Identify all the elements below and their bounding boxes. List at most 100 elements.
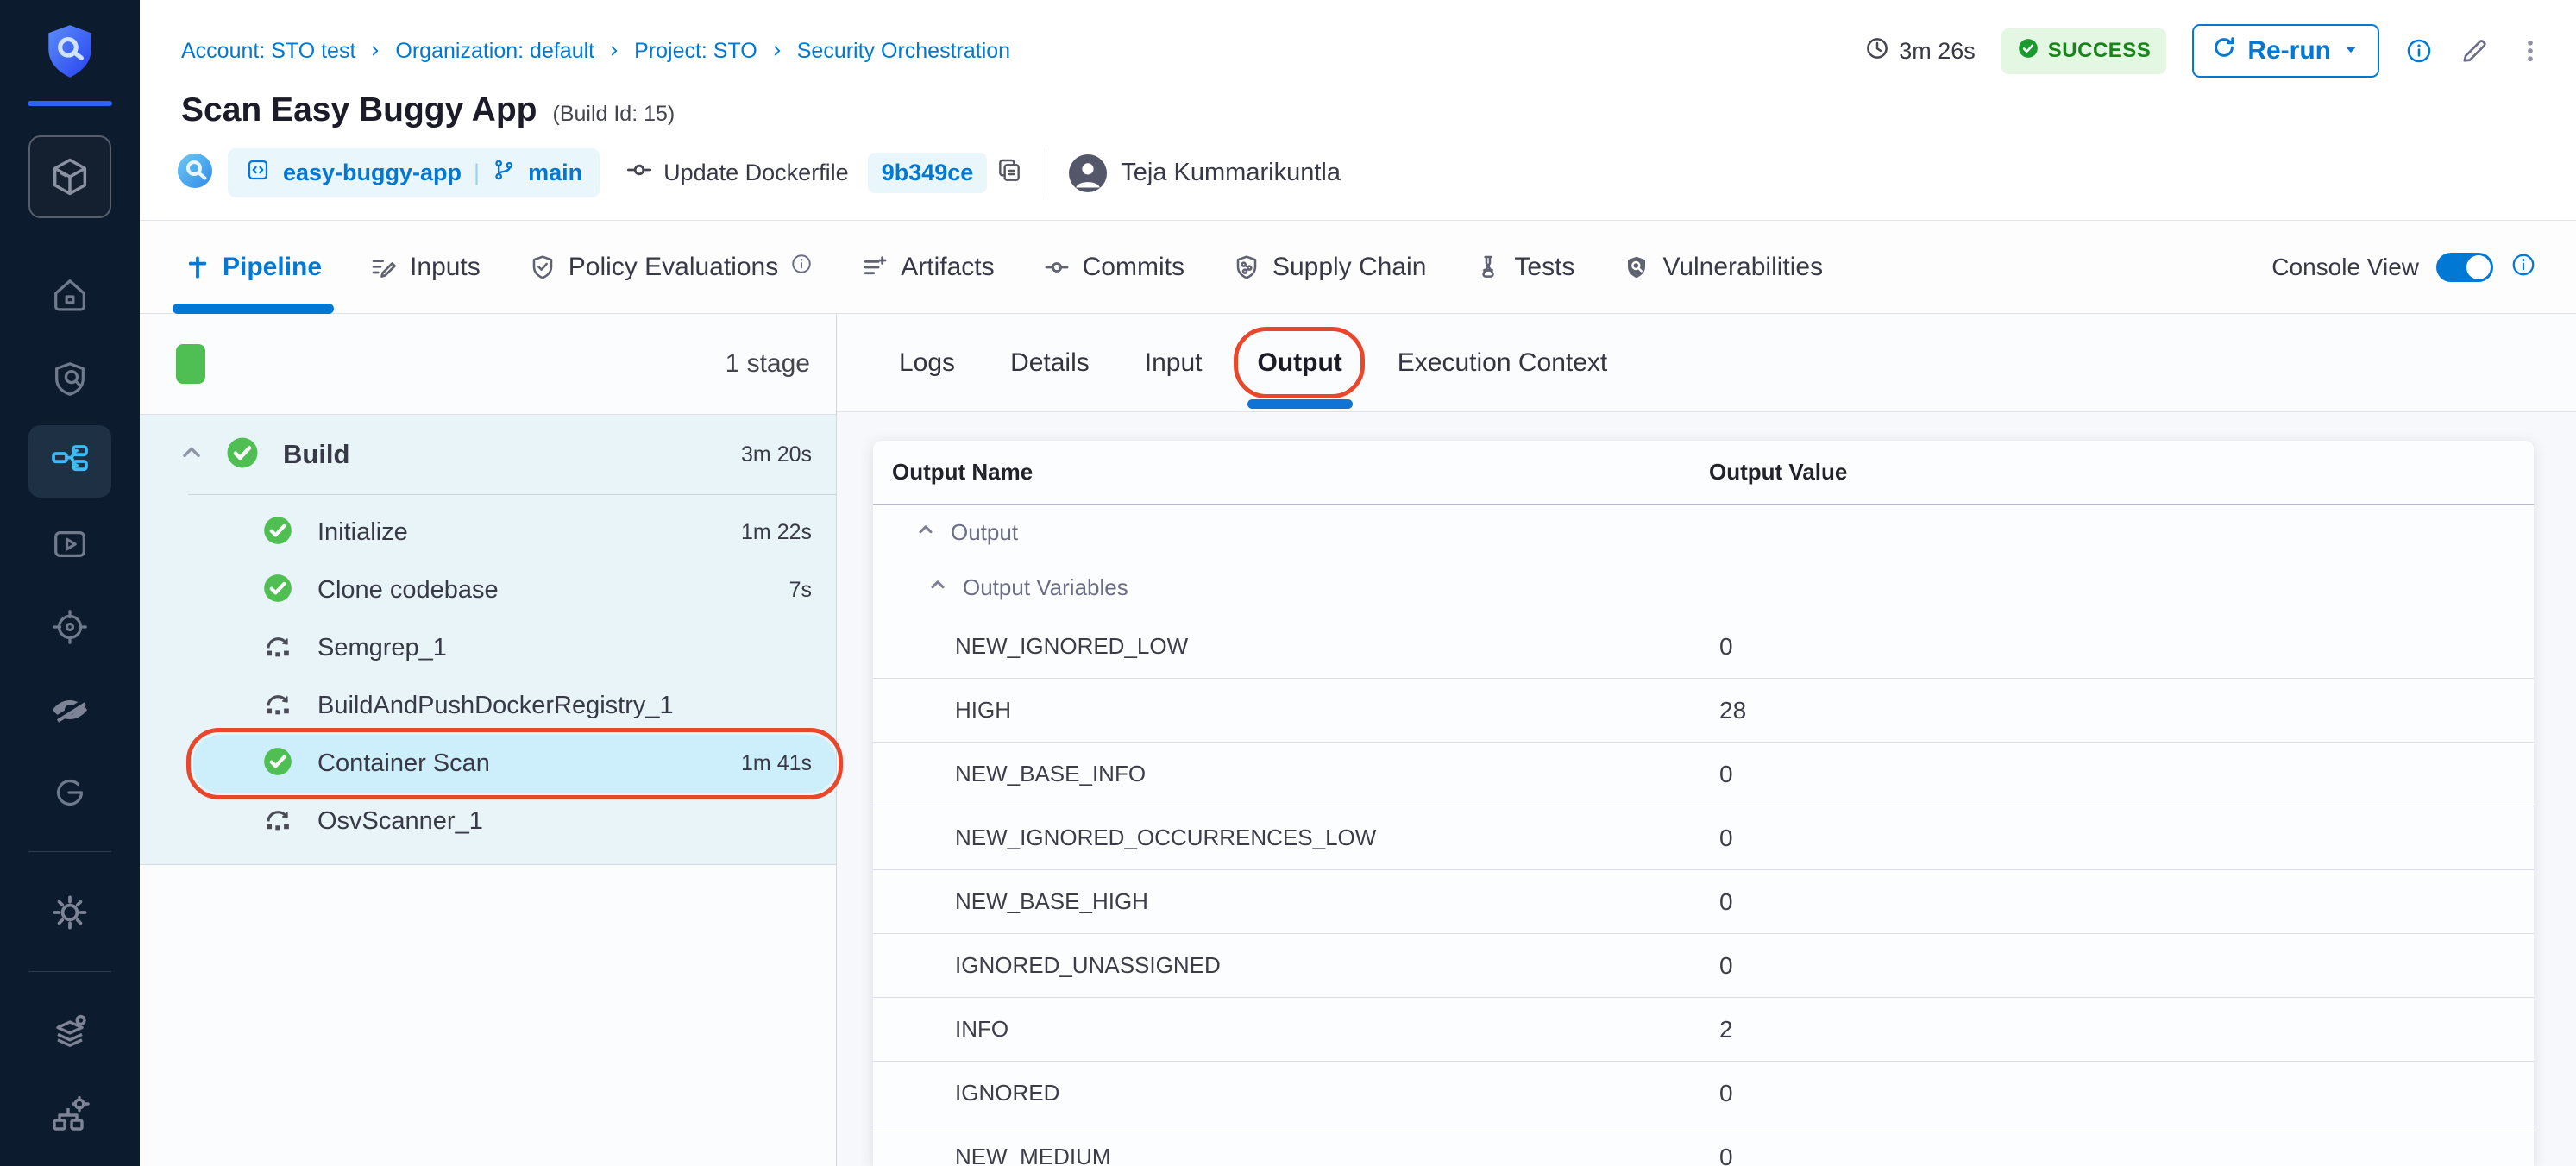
step-name: BuildAndPushDockerRegistry_1 <box>317 692 674 720</box>
group-label: Output Variables <box>963 574 1128 601</box>
nav-pipelines[interactable] <box>28 425 111 498</box>
output-value-cell: 0 <box>1709 633 2534 661</box>
breadcrumb-module[interactable]: Security Orchestration <box>797 39 1010 64</box>
detail-tab[interactable]: Execution Context <box>1398 314 1607 411</box>
commit-icon <box>625 156 653 190</box>
step-name: Semgrep_1 <box>317 634 447 662</box>
output-row: NEW_IGNORED_LOW 0 <box>873 615 2534 679</box>
output-name-cell: NEW_IGNORED_LOW <box>892 633 1709 660</box>
caret-down-icon <box>2341 36 2360 66</box>
tab-pipeline[interactable]: Pipeline <box>185 221 322 313</box>
breadcrumb-account[interactable]: Account: STO test <box>181 39 355 64</box>
network-gear-icon <box>49 1094 91 1136</box>
chevron-right-icon <box>368 43 383 59</box>
output-table-header: Output Name Output Value <box>873 441 2534 505</box>
tab-inputs[interactable]: Inputs <box>370 221 481 313</box>
nav-project-settings[interactable] <box>28 876 111 949</box>
main-area: Account: STO test Organization: default … <box>140 0 2576 1166</box>
repo-branch-pill[interactable]: easy-buggy-app | main <box>228 148 600 197</box>
commit-sha[interactable]: 9b349ce <box>868 153 988 193</box>
nav-targets[interactable] <box>28 591 111 663</box>
kebab-menu-icon[interactable] <box>2516 36 2545 66</box>
step-row[interactable]: Initialize 1m 22s <box>140 504 836 561</box>
repository-icon <box>245 157 271 189</box>
vulnerabilities-shield-icon <box>1623 254 1650 281</box>
chevron-right-icon <box>770 43 785 59</box>
collapse-chevron-icon[interactable] <box>178 439 205 471</box>
shield-search-icon <box>50 359 90 398</box>
breadcrumb-organization[interactable]: Organization: default <box>395 39 594 64</box>
output-row: NEW_MEDIUM 0 <box>873 1125 2534 1166</box>
tests-flask-icon <box>1474 254 1502 281</box>
tab-commits[interactable]: Commits <box>1043 221 1184 313</box>
output-group-row[interactable]: Output <box>873 505 2534 560</box>
nav-home[interactable] <box>28 260 111 332</box>
breadcrumb: Account: STO test Organization: default … <box>181 39 1010 64</box>
chevron-up-icon[interactable] <box>927 574 949 602</box>
loop-strategy-icon <box>261 803 294 840</box>
console-view-toggle[interactable] <box>2436 253 2493 282</box>
chevron-up-icon[interactable] <box>914 518 937 547</box>
left-nav-sidebar <box>0 0 140 1166</box>
nav-account-settings[interactable] <box>28 1079 111 1151</box>
detail-tab[interactable]: Logs <box>899 314 955 411</box>
sto-shield-logo-icon <box>41 22 98 87</box>
step-name: Clone codebase <box>317 576 499 605</box>
stage-row-build[interactable]: Build 3m 20s <box>140 415 836 494</box>
detail-tab[interactable]: Output <box>1258 314 1342 411</box>
repo-name[interactable]: easy-buggy-app <box>283 160 462 186</box>
commits-tab-icon <box>1043 254 1071 281</box>
tab-artifacts[interactable]: Artifacts <box>861 221 994 313</box>
nav-exemptions[interactable] <box>28 674 111 746</box>
step-row[interactable]: Clone codebase 7s <box>140 561 836 619</box>
step-row[interactable]: Container Scan 1m 41s <box>193 735 836 793</box>
output-name-cell: INFO <box>892 1016 1709 1043</box>
step-duration: 1m 41s <box>741 751 812 776</box>
tab-supply-chain[interactable]: Supply Chain <box>1233 221 1426 313</box>
nav-getting-started[interactable] <box>28 756 111 829</box>
tab-vulnerabilities[interactable]: Vulnerabilities <box>1623 221 1823 313</box>
rerun-button[interactable]: Re-run <box>2192 24 2379 78</box>
step-row[interactable]: BuildAndPushDockerRegistry_1 <box>140 677 836 735</box>
branch-name[interactable]: main <box>528 160 582 186</box>
output-value-cell: 0 <box>1709 824 2534 852</box>
pill-separator: | <box>474 160 480 186</box>
breadcrumb-project[interactable]: Project: STO <box>634 39 757 64</box>
edit-pencil-icon[interactable] <box>2459 35 2490 66</box>
nav-executions[interactable] <box>28 508 111 580</box>
stage-group: Build 3m 20s Initialize 1m 22s <box>140 415 836 865</box>
check-circle-icon <box>2017 37 2039 66</box>
clock-icon <box>1864 35 1890 67</box>
executions-play-icon <box>50 524 90 564</box>
output-name-cell: HIGH <box>892 697 1709 724</box>
info-icon[interactable] <box>2405 37 2433 65</box>
module-selector-button[interactable] <box>28 135 111 218</box>
output-row: INFO 2 <box>873 998 2534 1062</box>
output-row: NEW_IGNORED_OCCURRENCES_LOW 0 <box>873 806 2534 870</box>
tab-tests[interactable]: Tests <box>1474 221 1574 313</box>
sidebar-divider <box>28 851 111 852</box>
detail-tab[interactable]: Input <box>1145 314 1203 411</box>
output-row: HIGH 28 <box>873 679 2534 743</box>
nav-overview[interactable] <box>28 342 111 415</box>
nav-org-settings[interactable] <box>28 996 111 1069</box>
console-info-icon[interactable] <box>2510 252 2536 282</box>
copy-icon[interactable] <box>996 157 1023 189</box>
supply-chain-shield-icon <box>1233 254 1260 281</box>
commit-message: Update Dockerfile <box>625 156 849 190</box>
output-value-cell: 0 <box>1709 761 2534 788</box>
refresh-icon <box>2211 34 2237 67</box>
output-variables-group-row[interactable]: Output Variables <box>873 560 2534 615</box>
step-row[interactable]: OsvScanner_1 <box>140 793 836 850</box>
output-card-area: Output Name Output Value Output <box>837 412 2576 1166</box>
detail-tabbar: Logs Details Input Output Execution Context <box>837 314 2576 412</box>
output-row: NEW_BASE_HIGH 0 <box>873 870 2534 934</box>
policy-info-icon[interactable] <box>790 253 813 282</box>
detail-tab[interactable]: Details <box>1010 314 1090 411</box>
success-check-icon <box>261 514 294 551</box>
author: Teja Kummarikuntla <box>1069 154 1341 192</box>
step-detail-panel: LogsDetailsInputOutputExecution Context … <box>837 314 2576 1166</box>
step-row[interactable]: Semgrep_1 <box>140 619 836 677</box>
tab-policy-evaluations[interactable]: Policy Evaluations <box>529 221 813 313</box>
success-check-icon <box>261 572 294 609</box>
